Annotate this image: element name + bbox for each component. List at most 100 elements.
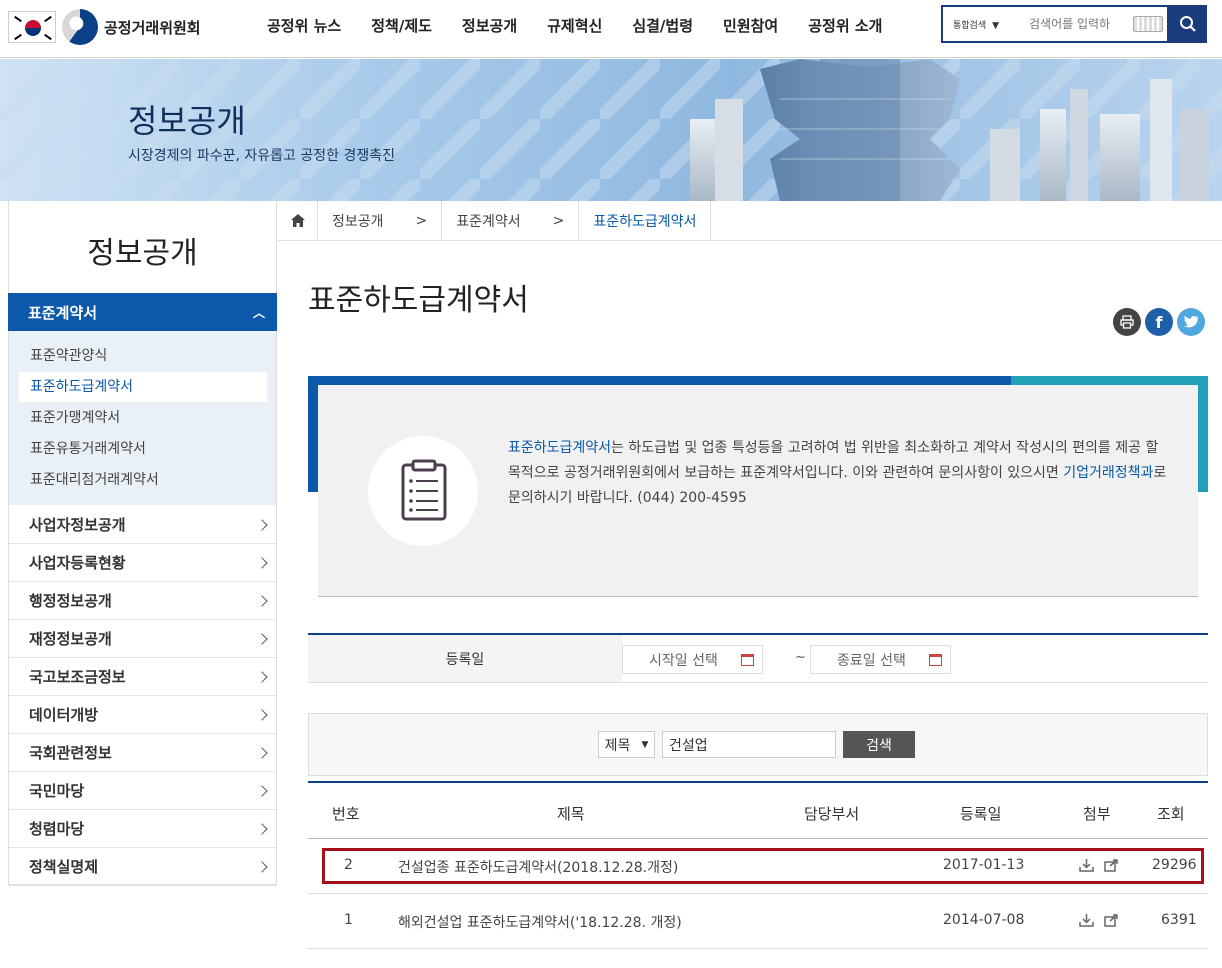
chevron-right-icon: > bbox=[415, 212, 428, 229]
side-nav-label: 국회관련정보 bbox=[29, 744, 112, 762]
keyboard-icon[interactable] bbox=[1133, 16, 1163, 32]
search-scope-select[interactable]: 통합검색 ▼ bbox=[943, 17, 1029, 31]
nav-about[interactable]: 공정위 소개 bbox=[793, 15, 897, 36]
side-nav-item[interactable]: 청렴마당 bbox=[9, 810, 276, 848]
table-header: 번호 제목 담당부서 등록일 첨부 조회 bbox=[308, 781, 1208, 839]
highlight-box bbox=[322, 848, 1204, 884]
side-nav-label: 국민마당 bbox=[29, 782, 85, 800]
col-number: 번호 bbox=[332, 805, 360, 823]
row-title-link[interactable]: 해외건설업 표준하도급계약서('18.12.28. 개정) bbox=[398, 912, 682, 932]
chevron-down-icon: ▼ bbox=[641, 739, 649, 750]
side-nav-item[interactable]: 국회관련정보 bbox=[9, 734, 276, 772]
side-nav-title: 정보공개 bbox=[87, 236, 198, 271]
col-date: 등록일 bbox=[960, 805, 1002, 823]
breadcrumb: 정보공개 > 표준계약서 > 표준하도급계약서 bbox=[278, 200, 1222, 241]
breadcrumb-label: 표준계약서 bbox=[456, 213, 521, 230]
banner-title: 정보공개 bbox=[128, 102, 246, 140]
print-icon[interactable] bbox=[1113, 308, 1141, 336]
main-nav: 공정위 뉴스 정책/제도 정보공개 규제혁신 심결/법령 민원참여 공정위 소개 bbox=[252, 0, 897, 50]
side-nav-label: 데이터개방 bbox=[29, 706, 99, 724]
submenu-item-distribution[interactable]: 표준유통거래계약서 bbox=[30, 438, 146, 458]
download-icon[interactable] bbox=[1079, 913, 1094, 927]
nav-policy[interactable]: 정책/제도 bbox=[356, 15, 447, 36]
chevron-down-icon: ▼ bbox=[992, 21, 1000, 31]
nav-civil[interactable]: 민원참여 bbox=[708, 15, 793, 36]
filter-label: 등록일 bbox=[308, 635, 622, 682]
keyword-input[interactable] bbox=[662, 731, 836, 758]
nav-decisions-laws[interactable]: 심결/법령 bbox=[617, 15, 708, 36]
col-title: 제목 bbox=[557, 805, 585, 823]
nav-news[interactable]: 공정위 뉴스 bbox=[252, 15, 356, 36]
chevron-right-icon bbox=[256, 822, 268, 835]
row-number: 1 bbox=[344, 912, 353, 928]
search-button[interactable] bbox=[1169, 5, 1207, 43]
dept-link[interactable]: 기업거래정책과 bbox=[1063, 465, 1153, 481]
facebook-icon[interactable]: f bbox=[1145, 308, 1173, 336]
breadcrumb-item[interactable]: 정보공개 > bbox=[318, 200, 443, 241]
search-box: 통합검색 ▼ bbox=[941, 5, 1169, 43]
search-scope-label: 통합검색 bbox=[953, 21, 987, 31]
chevron-right-icon bbox=[256, 746, 268, 759]
start-date-field[interactable]: 시작일 선택 bbox=[622, 645, 763, 674]
nav-info-disclosure[interactable]: 정보공개 bbox=[447, 15, 532, 36]
side-nav-item[interactable]: 국고보조금정보 bbox=[9, 658, 276, 696]
ftc-emblem-icon bbox=[62, 9, 98, 45]
submenu-item-franchise[interactable]: 표준가맹계약서 bbox=[30, 407, 120, 427]
side-nav-item[interactable]: 데이터개방 bbox=[9, 696, 276, 734]
banner-subtitle: 시장경제의 파수꾼, 자유롭고 공정한 경쟁촉진 bbox=[128, 148, 395, 164]
side-nav-section-label: 표준계약서 bbox=[28, 303, 98, 322]
chevron-right-icon bbox=[256, 518, 268, 531]
side-nav-item[interactable]: 행정정보공개 bbox=[9, 582, 276, 620]
calendar-icon bbox=[741, 653, 754, 666]
side-nav-item[interactable]: 사업자정보공개 bbox=[9, 506, 276, 544]
col-views: 조회 bbox=[1157, 805, 1185, 823]
calendar-icon bbox=[929, 653, 942, 666]
chevron-right-icon bbox=[256, 708, 268, 721]
side-nav-label: 정책실명제 bbox=[29, 858, 99, 876]
date-separator: ~ bbox=[795, 650, 806, 665]
side-nav-label: 재정정보공개 bbox=[29, 630, 112, 648]
side-nav-item[interactable]: 정책실명제 bbox=[9, 848, 276, 886]
row-views: 6391 bbox=[1161, 912, 1197, 928]
info-description: 표준하도급계약서는 하도급법 및 업종 특성등을 고려하여 법 위반을 최소화하… bbox=[508, 436, 1168, 511]
row-date: 2014-07-08 bbox=[943, 912, 1025, 928]
search-input[interactable] bbox=[1029, 17, 1129, 31]
side-nav-section-standard-contracts[interactable]: 표준계약서 ︿ bbox=[8, 293, 277, 331]
submenu-item-subcontract[interactable]: 표준하도급계약서 bbox=[30, 376, 133, 396]
page-title: 표준하도급계약서 bbox=[308, 283, 529, 318]
chevron-right-icon bbox=[256, 556, 268, 569]
end-date-field[interactable]: 종료일 선택 bbox=[810, 645, 951, 674]
site-logo[interactable]: 공정거래위원회 bbox=[8, 8, 213, 46]
side-nav-item[interactable]: 재정정보공개 bbox=[9, 620, 276, 658]
chevron-right-icon: > bbox=[552, 212, 565, 229]
preview-icon[interactable] bbox=[1104, 913, 1119, 927]
side-nav-label: 국고보조금정보 bbox=[29, 668, 126, 686]
twitter-icon[interactable] bbox=[1177, 308, 1205, 336]
chevron-right-icon bbox=[256, 594, 268, 607]
breadcrumb-label: 정보공개 bbox=[332, 213, 384, 230]
breadcrumb-item[interactable]: 표준계약서 > bbox=[442, 200, 580, 241]
side-nav-item[interactable]: 국민마당 bbox=[9, 772, 276, 810]
home-icon[interactable] bbox=[278, 200, 318, 241]
start-date-placeholder: 시작일 선택 bbox=[649, 652, 718, 669]
search-icon bbox=[1180, 16, 1196, 32]
attachment-icons bbox=[1079, 912, 1119, 928]
side-nav-item[interactable]: 사업자등록현황 bbox=[9, 544, 276, 582]
submenu-item-terms[interactable]: 표준약관양식 bbox=[30, 345, 107, 365]
side-nav-label: 사업자등록현황 bbox=[29, 554, 126, 572]
share-tools: f bbox=[1113, 308, 1205, 336]
nav-regulation[interactable]: 규제혁신 bbox=[532, 15, 617, 36]
breadcrumb-item-current[interactable]: 표준하도급계약서 bbox=[579, 200, 712, 241]
breadcrumb-label: 표준하도급계약서 bbox=[593, 213, 697, 230]
search-submit-button[interactable]: 검색 bbox=[843, 731, 915, 758]
side-nav-label: 청렴마당 bbox=[29, 820, 85, 838]
chevron-right-icon bbox=[256, 670, 268, 683]
submenu-item-agency[interactable]: 표준대리점거래계약서 bbox=[30, 469, 159, 489]
col-department: 담당부서 bbox=[804, 805, 860, 823]
chevron-right-icon bbox=[256, 784, 268, 797]
chevron-up-icon: ︿ bbox=[252, 305, 265, 320]
side-nav-label: 행정정보공개 bbox=[29, 592, 112, 610]
end-date-placeholder: 종료일 선택 bbox=[837, 652, 906, 669]
search-field-select[interactable]: 제목 ▼ bbox=[598, 731, 655, 758]
col-attachment: 첨부 bbox=[1083, 805, 1111, 823]
